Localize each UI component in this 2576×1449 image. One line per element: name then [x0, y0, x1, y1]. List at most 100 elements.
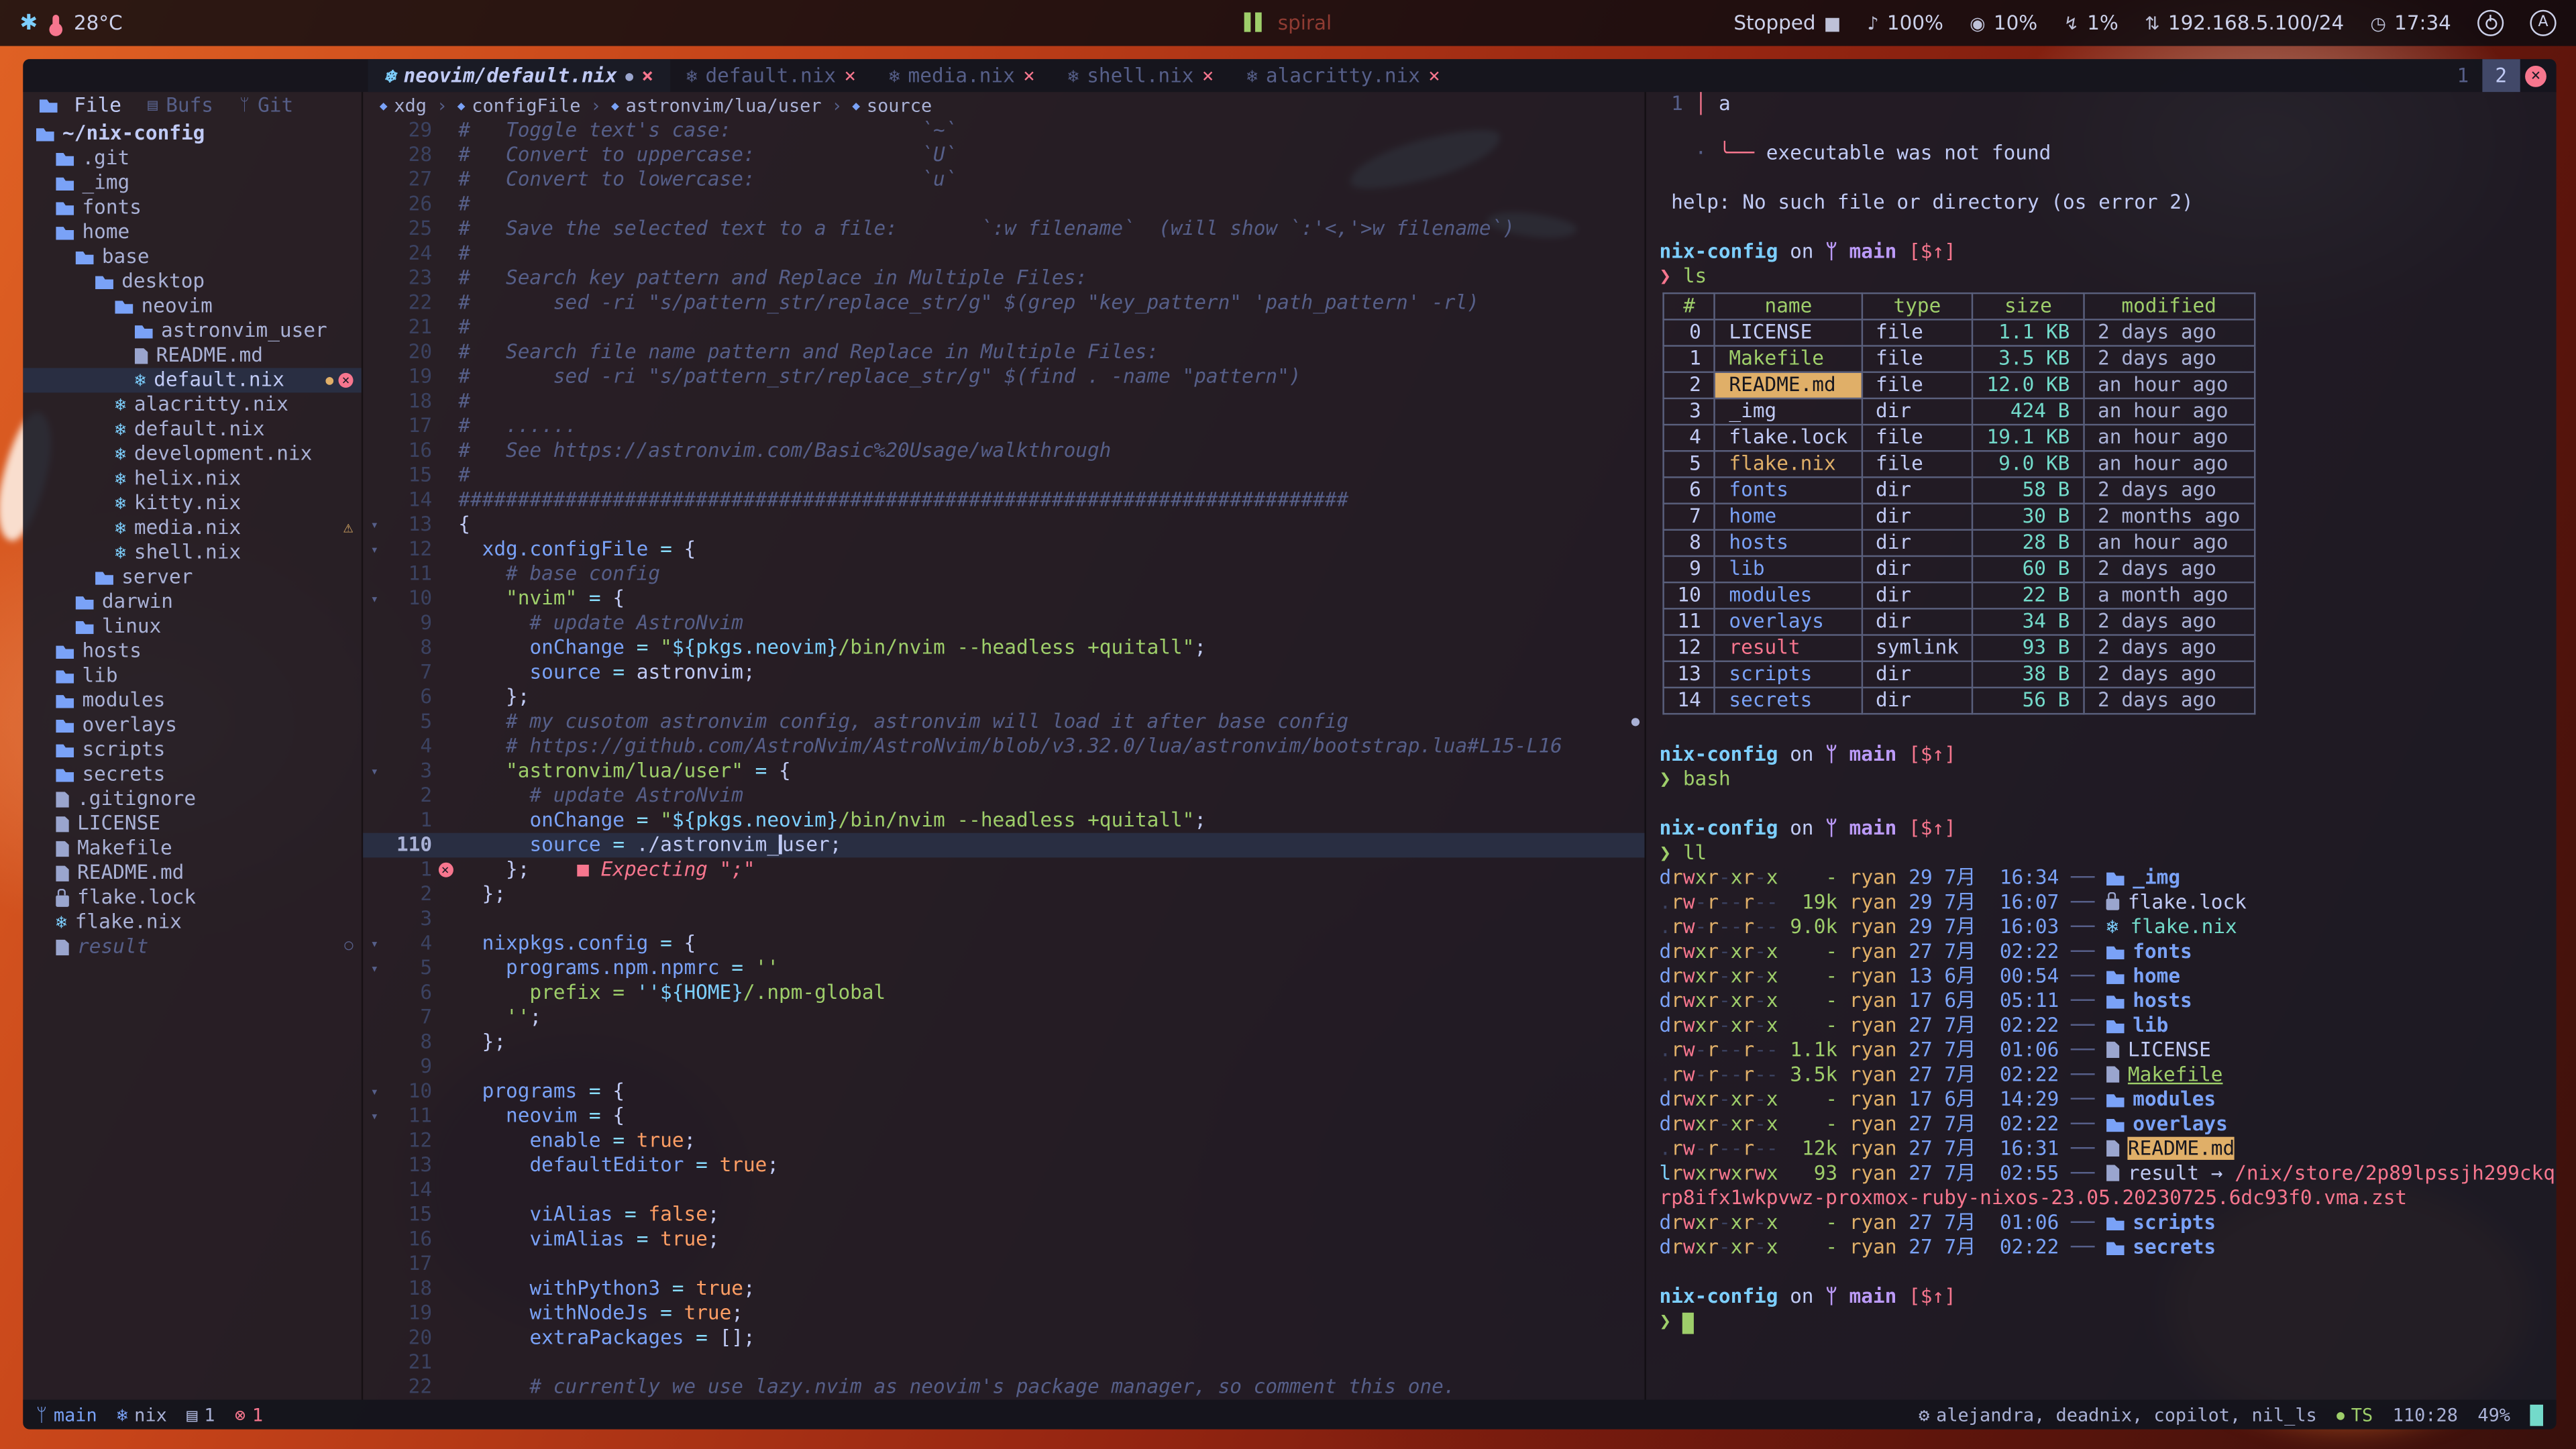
editor-line[interactable]: 22 # currently we use lazy.nvim as neovi… — [363, 1375, 1644, 1400]
editor-line[interactable]: 14 — [363, 1178, 1644, 1203]
tree-item[interactable]: ❄shell.nix — [23, 541, 361, 566]
editor-line[interactable]: 22# sed -ri "s/pattern_str/replace_str/g… — [363, 290, 1644, 315]
tree-item[interactable]: ❄media.nix⚠ — [23, 516, 361, 541]
editor-line[interactable]: 1× }; ■ Expecting ";" — [363, 857, 1644, 882]
breadcrumb-item[interactable]: ◆configFile — [458, 93, 581, 117]
editor-line[interactable]: 110 source = ./astronvim_user; — [363, 833, 1644, 858]
code-area[interactable]: 29# Toggle text's case: `~`28# Convert t… — [363, 118, 1644, 1399]
editor-line[interactable]: 29# Toggle text's case: `~` — [363, 118, 1644, 143]
editor-line[interactable]: 7 source = astronvim; — [363, 660, 1644, 685]
editor-line[interactable]: 21 — [363, 1350, 1644, 1375]
explorer-tab-file[interactable]: File — [40, 93, 121, 117]
tree-item[interactable]: fonts — [23, 195, 361, 220]
fold-icon[interactable]: ▾ — [363, 932, 386, 957]
editor-line[interactable]: 8 }; — [363, 1030, 1644, 1055]
close-tab-icon[interactable]: × — [1428, 63, 1440, 88]
hint-count[interactable]: ▤ 1 — [186, 1402, 215, 1427]
fold-icon[interactable]: ▾ — [363, 586, 386, 611]
editor-line[interactable]: 2 # update AstroNvim — [363, 784, 1644, 808]
editor-line[interactable]: 6 prefix = ''${HOME}/.npm-global — [363, 981, 1644, 1006]
buffer-tab[interactable]: ❄neovim/default.nix●× — [368, 59, 670, 92]
editor-line[interactable]: 2 }; — [363, 882, 1644, 907]
editor-line[interactable]: 20# Search file name pattern and Replace… — [363, 340, 1644, 365]
close-all-button[interactable]: × — [2525, 65, 2546, 87]
tree-item[interactable]: overlays — [23, 713, 361, 738]
tree-item[interactable]: flake.lock — [23, 885, 361, 910]
tab-page[interactable]: 1 — [2444, 59, 2482, 92]
tree-item[interactable]: Makefile — [23, 837, 361, 861]
editor-line[interactable]: 1 onChange = "${pkgs.neovim}/bin/nvim --… — [363, 808, 1644, 833]
tree-item[interactable]: ❄alacritty.nix — [23, 392, 361, 417]
editor-line[interactable]: 9 # update AstroNvim — [363, 611, 1644, 636]
editor-line[interactable]: 24# — [363, 241, 1644, 266]
editor-line[interactable]: ▾10 "nvim" = { — [363, 586, 1644, 611]
breadcrumb-item[interactable]: ◆source — [852, 93, 932, 117]
cpu-widget[interactable]: ↯ 1% — [2063, 11, 2118, 34]
fold-icon[interactable]: ▾ — [363, 513, 386, 537]
editor-line[interactable]: ▾11 neovim = { — [363, 1104, 1644, 1129]
tree-item[interactable]: secrets — [23, 762, 361, 787]
fold-icon[interactable]: ▾ — [363, 1079, 386, 1104]
user-badge[interactable]: A — [2530, 10, 2556, 36]
tree-item[interactable]: lib — [23, 663, 361, 688]
editor-line[interactable]: 18 withPython3 = true; — [363, 1277, 1644, 1301]
tree-item[interactable]: LICENSE — [23, 812, 361, 837]
editor-line[interactable]: ▾3 "astronvim/lua/user" = { — [363, 759, 1644, 784]
tree-item[interactable]: modules — [23, 688, 361, 713]
tree-item[interactable]: home — [23, 220, 361, 245]
power-button[interactable] — [2477, 10, 2504, 36]
editor-line[interactable]: 18# — [363, 389, 1644, 414]
editor-line[interactable]: 11 # base config — [363, 562, 1644, 587]
volume-widget[interactable]: ♪ 100% — [1867, 11, 1943, 34]
editor-line[interactable]: 13 defaultEditor = true; — [363, 1153, 1644, 1178]
media-widget[interactable]: ▌▌ spiral — [1244, 11, 1332, 34]
recording-status[interactable]: Stopped ■ — [1733, 11, 1841, 34]
explorer-tab-git[interactable]: ᛘGit — [239, 93, 293, 117]
tab-page[interactable]: 2 — [2482, 59, 2520, 92]
lsp-clients[interactable]: ⚙ alejandra, deadnix, copilot, nil_ls — [1919, 1402, 2317, 1427]
editor-line[interactable]: 25# Save the selected text to a file: `:… — [363, 217, 1644, 241]
scrollbar-marker[interactable] — [1631, 718, 1640, 726]
buffer-tab[interactable]: ❄shell.nix× — [1051, 59, 1230, 92]
breadcrumb-item[interactable]: ◆astronvim/lua/user — [611, 93, 822, 117]
tree-item[interactable]: .gitignore — [23, 787, 361, 812]
tree-item[interactable]: scripts — [23, 738, 361, 763]
fold-icon[interactable]: ▾ — [363, 1104, 386, 1129]
tree-item[interactable]: ❄kitty.nix — [23, 491, 361, 516]
buffer-tab[interactable]: ❄media.nix× — [873, 59, 1052, 92]
editor-line[interactable]: 6 }; — [363, 685, 1644, 710]
git-branch[interactable]: ᛘ main — [36, 1402, 97, 1427]
editor-line[interactable]: ▾10 programs = { — [363, 1079, 1644, 1104]
tree-item[interactable]: darwin — [23, 590, 361, 614]
editor-line[interactable]: 7 ''; — [363, 1006, 1644, 1030]
editor-line[interactable]: 4 # https://github.com/AstroNvim/AstroNv… — [363, 735, 1644, 759]
tree-item[interactable]: hosts — [23, 639, 361, 664]
tree-item[interactable]: ❄development.nix — [23, 442, 361, 467]
editor-line[interactable]: 16 vimAlias = true; — [363, 1227, 1644, 1252]
close-tab-icon[interactable]: × — [1202, 63, 1214, 88]
close-tab-icon[interactable]: × — [641, 63, 653, 88]
tree-item[interactable]: README.md — [23, 861, 361, 885]
buffer-tab[interactable]: ❄default.nix× — [670, 59, 873, 92]
tree-item[interactable]: desktop — [23, 270, 361, 294]
editor-line[interactable]: 8 onChange = "${pkgs.neovim}/bin/nvim --… — [363, 636, 1644, 661]
tree-item[interactable]: ❄flake.nix — [23, 910, 361, 935]
tree-item[interactable]: result○ — [23, 934, 361, 959]
error-count[interactable]: ⊗ 1 — [235, 1402, 263, 1427]
editor-line[interactable]: 23# Search key pattern and Replace in Mu… — [363, 266, 1644, 291]
network-widget[interactable]: ⇅ 192.168.5.100/24 — [2145, 11, 2344, 34]
editor-line[interactable]: 15 viAlias = false; — [363, 1203, 1644, 1228]
tree-item[interactable]: astronvim_user — [23, 319, 361, 343]
tree-item[interactable]: .git — [23, 146, 361, 171]
editor-line[interactable]: ▾12 xdg.configFile = { — [363, 537, 1644, 562]
editor-line[interactable]: 15# — [363, 464, 1644, 488]
editor-line[interactable]: 19# sed -ri "s/pattern_str/replace_str/g… — [363, 365, 1644, 390]
tree-item[interactable]: server — [23, 565, 361, 590]
tree-item[interactable]: linux — [23, 614, 361, 639]
fold-icon[interactable]: ▾ — [363, 759, 386, 784]
tree-item[interactable]: ❄default.nix●× — [23, 368, 361, 393]
tree-item[interactable]: ~/nix-config — [23, 121, 361, 146]
editor-line[interactable]: 16# See https://astronvim.com/Basic%20Us… — [363, 439, 1644, 464]
tree-item[interactable]: README.md — [23, 343, 361, 368]
tree-item[interactable]: base — [23, 245, 361, 270]
